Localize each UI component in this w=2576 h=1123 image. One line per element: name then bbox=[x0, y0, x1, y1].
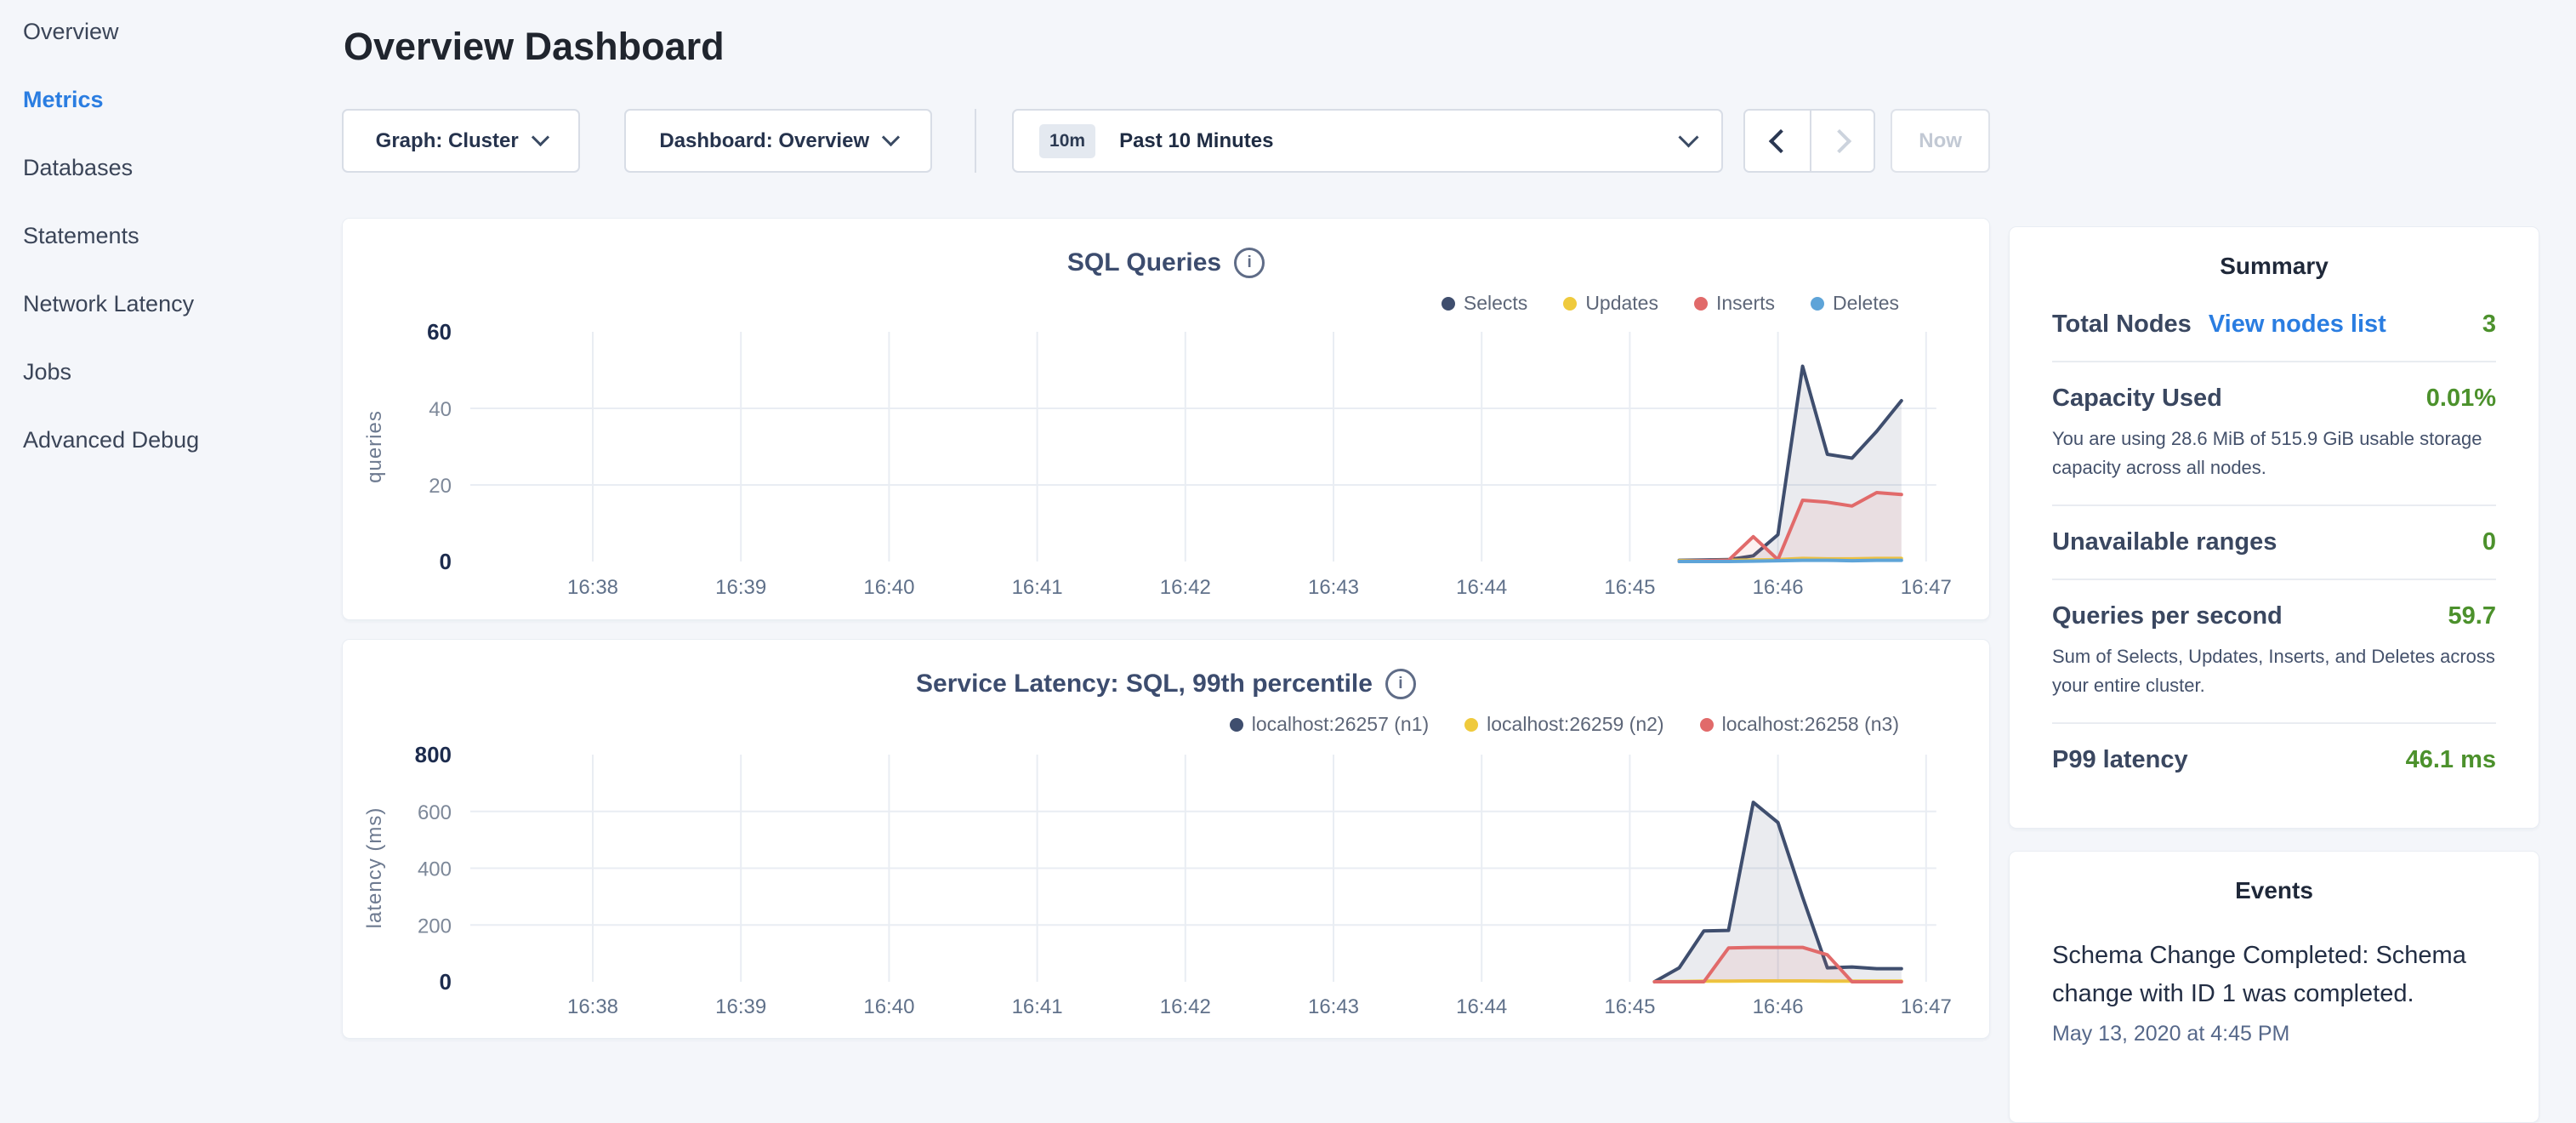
sidebar-item-overview[interactable]: Overview bbox=[23, 19, 342, 44]
time-pager bbox=[1743, 109, 1875, 173]
right-rail: Summary Total Nodes View nodes list 3 Ca… bbox=[2009, 0, 2539, 1052]
svg-text:600: 600 bbox=[418, 801, 452, 824]
service-latency-chart-card: Service Latency: SQL, 99th percentile i … bbox=[342, 639, 1990, 1039]
svg-text:16:39: 16:39 bbox=[715, 576, 766, 599]
service-latency-plot: 16:38 16:39 16:40 16:41 16:42 16:43 16:44 16:45… bbox=[343, 640, 1991, 1040]
summary-row-p99-latency: P99 latency 46.1 ms bbox=[2052, 722, 2496, 796]
summary-panel: Summary Total Nodes View nodes list 3 Ca… bbox=[2009, 226, 2539, 829]
event-item[interactable]: Schema Change Completed: Schema change w… bbox=[2052, 904, 2496, 1046]
svg-text:16:42: 16:42 bbox=[1160, 995, 1211, 1018]
chevron-right-icon bbox=[1827, 128, 1851, 152]
dashboard-dropdown-label: Dashboard: Overview bbox=[659, 129, 869, 153]
summary-title: Summary bbox=[2052, 227, 2496, 280]
sidebar-item-statements[interactable]: Statements bbox=[23, 223, 342, 248]
svg-text:16:41: 16:41 bbox=[1012, 995, 1063, 1018]
chevron-down-icon bbox=[1679, 127, 1699, 147]
dashboard-dropdown[interactable]: Dashboard: Overview bbox=[624, 109, 932, 173]
time-range-picker[interactable]: 10m Past 10 Minutes bbox=[1012, 109, 1723, 173]
chevron-left-icon bbox=[1769, 128, 1793, 152]
sidebar-item-jobs[interactable]: Jobs bbox=[23, 359, 342, 385]
svg-text:16:40: 16:40 bbox=[863, 576, 914, 599]
svg-text:16:44: 16:44 bbox=[1456, 576, 1507, 599]
summary-row-value: 59.7 bbox=[2448, 602, 2496, 630]
svg-text:0: 0 bbox=[440, 549, 452, 574]
svg-text:16:43: 16:43 bbox=[1308, 995, 1359, 1018]
sql-queries-chart-card: SQL Queries i SelectsUpdatesInsertsDelet… bbox=[342, 218, 1990, 620]
summary-row-label: Capacity Used bbox=[2052, 385, 2222, 413]
summary-row-queries-per-second: Queries per second 59.7 Sum of Selects, … bbox=[2052, 579, 2496, 722]
summary-row-description: You are using 28.6 MiB of 515.9 GiB usab… bbox=[2052, 425, 2496, 482]
page-title: Overview Dashboard bbox=[344, 24, 1990, 70]
sidebar-item-metrics[interactable]: Metrics bbox=[23, 87, 342, 112]
time-window-badge: 10m bbox=[1039, 124, 1095, 158]
summary-row-label: Queries per second bbox=[2052, 602, 2283, 630]
toolbar: Graph: Cluster Dashboard: Overview 10m P… bbox=[342, 109, 1990, 173]
summary-row-unavailable-ranges: Unavailable ranges 0 bbox=[2052, 504, 2496, 579]
summary-row-value: 0 bbox=[2482, 528, 2496, 556]
sidebar-item-network-latency[interactable]: Network Latency bbox=[23, 291, 342, 316]
summary-row-label: P99 latency bbox=[2052, 746, 2188, 774]
svg-text:16:41: 16:41 bbox=[1012, 576, 1063, 599]
svg-text:16:47: 16:47 bbox=[1901, 576, 1952, 599]
summary-row-label: Unavailable ranges bbox=[2052, 528, 2277, 556]
view-nodes-list-link[interactable]: View nodes list bbox=[2209, 311, 2386, 339]
svg-text:16:38: 16:38 bbox=[567, 995, 618, 1018]
svg-text:60: 60 bbox=[427, 319, 452, 345]
svg-text:16:46: 16:46 bbox=[1753, 576, 1804, 599]
app-root: Overview Metrics Databases Statements Ne… bbox=[0, 0, 2576, 1052]
now-button[interactable]: Now bbox=[1891, 109, 1990, 173]
summary-row-value: 3 bbox=[2482, 311, 2496, 339]
events-title: Events bbox=[2052, 852, 2496, 904]
graph-scope-dropdown[interactable]: Graph: Cluster bbox=[342, 109, 580, 173]
summary-row-description: Sum of Selects, Updates, Inserts, and De… bbox=[2052, 642, 2496, 700]
main-content: Overview Dashboard Graph: Cluster Dashbo… bbox=[342, 0, 1990, 1052]
svg-text:16:42: 16:42 bbox=[1160, 576, 1211, 599]
svg-text:200: 200 bbox=[418, 915, 452, 938]
svg-text:800: 800 bbox=[415, 742, 452, 767]
svg-text:16:43: 16:43 bbox=[1308, 576, 1359, 599]
event-timestamp: May 13, 2020 at 4:45 PM bbox=[2052, 1022, 2496, 1046]
time-range-label: Past 10 Minutes bbox=[1119, 129, 1273, 153]
svg-text:400: 400 bbox=[418, 858, 452, 881]
sidebar-item-databases[interactable]: Databases bbox=[23, 155, 342, 180]
svg-text:16:38: 16:38 bbox=[567, 576, 618, 599]
svg-text:0: 0 bbox=[440, 969, 452, 995]
graph-scope-dropdown-label: Graph: Cluster bbox=[376, 129, 519, 153]
toolbar-divider bbox=[975, 109, 976, 173]
chevron-down-icon bbox=[532, 128, 549, 146]
svg-text:16:45: 16:45 bbox=[1604, 995, 1655, 1018]
svg-text:16:46: 16:46 bbox=[1753, 995, 1804, 1018]
svg-text:16:39: 16:39 bbox=[715, 995, 766, 1018]
svg-text:16:44: 16:44 bbox=[1456, 995, 1507, 1018]
svg-text:20: 20 bbox=[429, 475, 452, 498]
svg-text:40: 40 bbox=[429, 398, 452, 421]
summary-row-total-nodes: Total Nodes View nodes list 3 bbox=[2052, 311, 2496, 361]
sql-queries-plot: 16:38 16:39 16:40 16:41 16:42 16:43 16:44 16:45… bbox=[343, 219, 1991, 621]
event-text: Schema Change Completed: Schema change w… bbox=[2052, 937, 2496, 1013]
svg-text:16:45: 16:45 bbox=[1604, 576, 1655, 599]
events-panel: Events Schema Change Completed: Schema c… bbox=[2009, 851, 2539, 1123]
chevron-down-icon bbox=[882, 128, 900, 146]
next-time-button[interactable] bbox=[1810, 111, 1874, 171]
summary-row-value: 46.1 ms bbox=[2406, 746, 2496, 774]
sidebar-item-advanced-debug[interactable]: Advanced Debug bbox=[23, 427, 342, 453]
summary-row-value: 0.01% bbox=[2426, 385, 2496, 413]
prev-time-button[interactable] bbox=[1745, 111, 1809, 171]
summary-row-capacity-used: Capacity Used 0.01% You are using 28.6 M… bbox=[2052, 361, 2496, 504]
svg-text:16:47: 16:47 bbox=[1901, 995, 1952, 1018]
summary-row-label: Total Nodes bbox=[2052, 311, 2192, 339]
svg-text:16:40: 16:40 bbox=[863, 995, 914, 1018]
sidebar: Overview Metrics Databases Statements Ne… bbox=[0, 0, 342, 1052]
